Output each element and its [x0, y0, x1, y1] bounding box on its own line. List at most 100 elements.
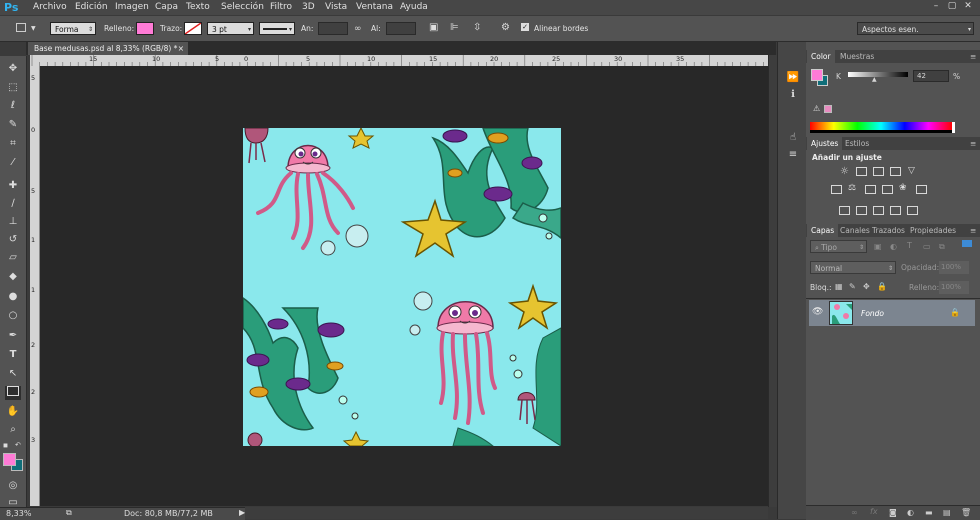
width-field[interactable] [318, 22, 348, 35]
photo-filter-icon[interactable] [882, 185, 893, 194]
height-field[interactable] [386, 22, 416, 35]
chevron-down-icon[interactable]: ▼ [31, 24, 36, 34]
status-info-icon[interactable]: ⧉ [66, 508, 72, 518]
pen-tool-icon[interactable]: ✒ [5, 329, 21, 343]
maximize-button[interactable]: ▢ [946, 1, 958, 12]
workspace-select[interactable]: Aspectos esen. ▾ [857, 22, 974, 35]
threshold-icon[interactable] [873, 206, 884, 215]
layer-row-fondo[interactable]: 👁 Fondo 🔒 [809, 300, 975, 326]
lock-position-icon[interactable]: ✥ [863, 282, 870, 291]
stroke-type-select[interactable]: ▾ [259, 22, 295, 35]
fill-field[interactable]: 100% [939, 281, 969, 294]
hue-saturation-icon[interactable] [831, 185, 842, 194]
levels-icon[interactable] [856, 167, 867, 176]
horizontal-scrollbar[interactable] [245, 507, 768, 519]
filter-smart-object-icon[interactable]: ⧉ [939, 242, 945, 252]
blend-mode-select[interactable]: Normal ⇕ [810, 261, 896, 274]
brush-preset-panel-icon[interactable]: ☝ [786, 132, 800, 144]
crop-tool-icon[interactable]: ⌗ [5, 137, 21, 151]
trash-icon[interactable]: 🗑 [961, 508, 971, 517]
brightness-contrast-icon[interactable]: ☼ [839, 167, 850, 177]
layer-filter-select[interactable]: ⌕ Tipo ⇕ [810, 240, 867, 253]
layer-name[interactable]: Fondo [861, 309, 884, 318]
path-selection-tool-icon[interactable]: ↖ [5, 367, 21, 381]
history-brush-tool-icon[interactable]: ↺ [5, 233, 21, 247]
tab-swatches[interactable]: Muestras [836, 50, 878, 63]
zoom-tool-icon[interactable]: ⌕ [5, 423, 21, 437]
black-white-icon[interactable] [865, 185, 876, 194]
color-lookup-icon[interactable] [916, 185, 927, 194]
slider-handle-icon[interactable]: ▲ [872, 76, 877, 83]
menu-vista[interactable]: Vista [325, 2, 347, 12]
spot-healing-tool-icon[interactable]: ✚ [5, 179, 21, 193]
curves-icon[interactable] [873, 167, 884, 176]
panel-menu-icon[interactable]: ≡ [966, 224, 980, 237]
filter-shape-icon[interactable]: ▭ [923, 242, 931, 251]
k-slider-track[interactable] [848, 72, 908, 77]
k-value-field[interactable]: 42 [913, 70, 949, 82]
channel-mixer-icon[interactable]: ❀ [899, 183, 907, 193]
menu-imagen[interactable]: Imagen [115, 2, 149, 12]
quick-mask-icon[interactable]: ◎ [5, 479, 21, 493]
stroke-width-select[interactable]: 3 pt ▾ [207, 22, 254, 35]
lasso-tool-icon[interactable]: ℓ [5, 99, 21, 113]
color-panel-foreground-swatch[interactable] [811, 69, 823, 81]
fill-color-swatch[interactable] [136, 22, 154, 35]
blur-tool-icon[interactable]: ● [5, 290, 21, 304]
menu-capa[interactable]: Capa [155, 2, 178, 12]
filter-adjustment-icon[interactable]: ◐ [890, 242, 897, 251]
quick-selection-tool-icon[interactable]: ✎ [5, 118, 21, 132]
menu-ventana[interactable]: Ventana [356, 2, 393, 12]
document-tab[interactable]: Base medusas.psd al 8,33% (RGB/8) * × [28, 42, 188, 55]
new-layer-icon[interactable]: ▤ [943, 508, 951, 517]
tab-adjustments[interactable]: Ajustes [807, 137, 843, 150]
tab-color[interactable]: Color [807, 50, 835, 63]
rectangle-tool-icon[interactable] [5, 386, 21, 400]
link-icon[interactable]: ∞ [354, 24, 362, 34]
properties-panel-icon[interactable]: ℹ [786, 89, 800, 101]
document-canvas[interactable] [243, 128, 561, 446]
gamut-swatch[interactable] [824, 105, 832, 113]
eye-icon[interactable]: 👁 [812, 307, 823, 317]
menu-filtro[interactable]: Filtro [270, 2, 292, 12]
menu-archivo[interactable]: Archivo [33, 2, 67, 12]
path-arrangement-icon[interactable]: ⇳ [473, 23, 481, 33]
foreground-color-swatch[interactable] [3, 453, 16, 466]
opacity-field[interactable]: 100% [939, 261, 969, 274]
swap-colors-icon[interactable]: ↶ [15, 441, 21, 449]
new-group-icon[interactable]: ▬ [925, 508, 933, 517]
vertical-ruler[interactable]: 5 0 5 1 1 2 2 3 [30, 66, 40, 506]
zoom-level[interactable]: 8,33% [6, 509, 31, 518]
align-edges-checkbox[interactable]: ✓ [521, 23, 529, 31]
menu-edicion[interactable]: Edición [75, 2, 108, 12]
rectangle-tool-preset-icon[interactable] [16, 23, 26, 32]
layer-style-icon[interactable]: fx [870, 507, 878, 516]
minimize-button[interactable]: – [930, 1, 942, 12]
panel-menu-icon[interactable]: ≡ [966, 137, 980, 150]
panel-menu-icon[interactable]: ≡ [966, 50, 980, 63]
shape-mode-select[interactable]: Forma ⇕ [50, 22, 96, 35]
color-balance-icon[interactable]: ⚖ [848, 183, 856, 193]
marquee-tool-icon[interactable]: ⬚ [5, 81, 21, 95]
posterize-icon[interactable] [856, 206, 867, 215]
brushes-panel-icon[interactable]: ≡ [786, 149, 800, 161]
history-panel-icon[interactable]: ⏩ [786, 72, 800, 84]
status-menu-arrow-icon[interactable]: ▶ [239, 508, 245, 517]
tab-paths[interactable]: Trazados [868, 224, 909, 237]
path-alignment-icon[interactable]: ⊫ [450, 23, 459, 33]
menu-ayuda[interactable]: Ayuda [400, 2, 428, 12]
menu-texto[interactable]: Texto [186, 2, 210, 12]
menu-seleccion[interactable]: Selección [221, 2, 264, 12]
eraser-tool-icon[interactable]: ▱ [5, 251, 21, 265]
link-layers-icon[interactable]: ∞ [851, 508, 858, 517]
dodge-tool-icon[interactable]: ○ [5, 309, 21, 323]
default-colors-icon[interactable]: ◼ [3, 442, 8, 449]
lock-all-icon[interactable]: 🔒 [877, 282, 887, 291]
eyedropper-tool-icon[interactable]: ⁄ [5, 156, 21, 170]
filter-pixel-icon[interactable]: ▣ [874, 242, 882, 251]
close-window-button[interactable]: ✕ [962, 1, 974, 12]
stroke-color-swatch[interactable] [184, 22, 202, 35]
path-operations-icon[interactable]: ▣ [429, 23, 438, 33]
type-tool-icon[interactable]: T [5, 348, 21, 362]
move-tool-icon[interactable]: ✥ [5, 62, 21, 76]
